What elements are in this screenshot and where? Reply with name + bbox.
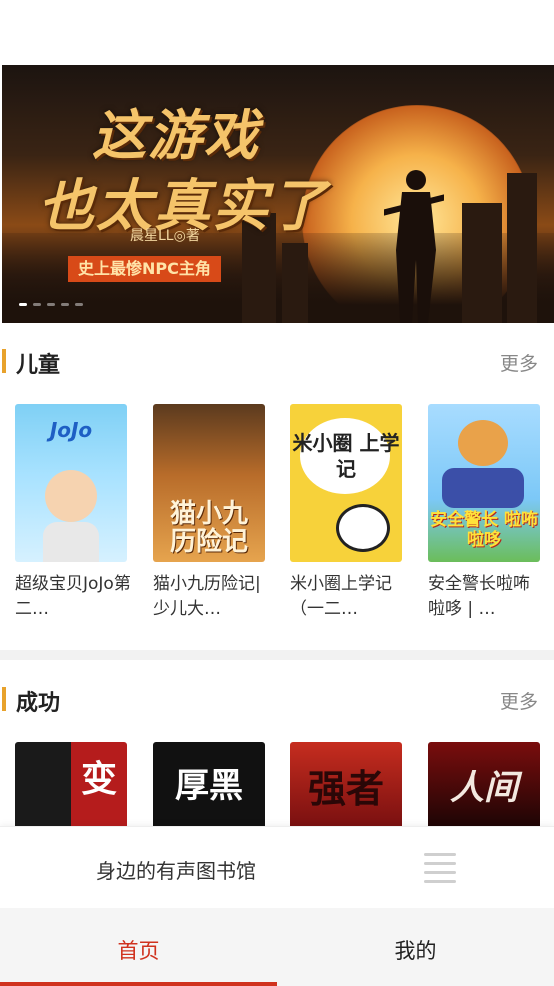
- book-card[interactable]: 强者: [290, 742, 402, 826]
- book-card[interactable]: 人间: [428, 742, 540, 826]
- book-card[interactable]: 猫小九 历险记 猫小九历险记|少儿大…: [153, 404, 265, 622]
- section-accent-bar: [2, 349, 6, 373]
- book-cover[interactable]: 变: [15, 742, 127, 826]
- section-title: 儿童: [16, 353, 61, 378]
- section-title: 成功: [16, 691, 61, 716]
- cover-art: [458, 420, 508, 466]
- tab-active-underline: [0, 982, 277, 986]
- book-cover[interactable]: JoJo: [15, 404, 127, 562]
- more-link[interactable]: 更多: [500, 687, 538, 714]
- cover-text: 厚黑: [175, 766, 243, 806]
- book-cover[interactable]: 厚黑: [153, 742, 265, 826]
- mini-player-bar[interactable]: 身边的有声图书馆: [0, 826, 554, 908]
- banner-title-line1: 这游戏: [92, 103, 260, 167]
- cover-art: [442, 468, 524, 508]
- book-cover[interactable]: 安全警长 啦咘啦哆: [428, 404, 540, 562]
- cover-text: 安全警长 啦咘啦哆: [430, 510, 538, 550]
- section-accent-bar: [2, 687, 6, 711]
- book-card[interactable]: 变: [15, 742, 127, 826]
- book-cover[interactable]: 米小圈 上学记: [290, 404, 402, 562]
- book-card[interactable]: 米小圈 上学记 米小圈上学记（一二…: [290, 404, 402, 622]
- book-title: 超级宝贝JoJo第二…: [15, 574, 131, 619]
- section-header: 成功 更多: [0, 680, 554, 720]
- book-card[interactable]: 安全警长 啦咘啦哆 安全警长啦咘啦哆 | …: [428, 404, 540, 622]
- book-title: 米小圈上学记（一二…: [290, 574, 392, 619]
- banner-building: [507, 173, 537, 323]
- tab-mine[interactable]: 我的: [277, 908, 554, 986]
- cover-text: 猫小九 历险记: [169, 499, 248, 557]
- banner-carousel[interactable]: 这游戏 也太真实了 晨星LL◎著 史上最惨NPC主角: [2, 65, 554, 323]
- section-divider: [0, 650, 554, 660]
- carousel-indicator: [19, 303, 83, 306]
- carousel-dot[interactable]: [75, 303, 83, 306]
- book-card[interactable]: 厚黑: [153, 742, 265, 826]
- tab-label: 我的: [394, 939, 437, 963]
- section-header: 儿童 更多: [0, 342, 554, 382]
- cover-text: 变: [80, 759, 117, 800]
- cover-text: JoJo: [49, 418, 93, 442]
- banner-building: [462, 203, 502, 323]
- book-card[interactable]: JoJo 超级宝贝JoJo第二…: [15, 404, 131, 622]
- book-title: 安全警长啦咘啦哆 | …: [428, 574, 530, 619]
- banner-author: 晨星LL◎著: [130, 228, 200, 244]
- bottom-tab-bar: 首页 我的: [0, 908, 554, 986]
- book-cover[interactable]: 强者: [290, 742, 402, 826]
- tab-home[interactable]: 首页: [0, 908, 277, 986]
- more-link[interactable]: 更多: [500, 349, 538, 376]
- list-icon[interactable]: [424, 853, 456, 883]
- book-title: 猫小九历险记|少儿大…: [153, 574, 261, 619]
- carousel-dot[interactable]: [47, 303, 55, 306]
- book-cover[interactable]: 人间: [428, 742, 540, 826]
- status-area: [0, 0, 554, 65]
- banner-tagline: 史上最惨NPC主角: [68, 256, 221, 282]
- book-cover[interactable]: 猫小九 历险记: [153, 404, 265, 562]
- section-success: 成功 更多 变 厚黑 强者 人间: [0, 680, 554, 826]
- section-children: 儿童 更多 JoJo 超级宝贝JoJo第二… 猫小九 历险记 猫小九历险记|少儿…: [0, 342, 554, 619]
- cover-art: [336, 504, 390, 552]
- cover-text: 强者: [307, 767, 384, 811]
- tab-label: 首页: [117, 939, 160, 963]
- carousel-dot[interactable]: [33, 303, 41, 306]
- cover-art: [45, 470, 97, 522]
- banner-building: [282, 243, 308, 323]
- banner-figure-art: [384, 170, 444, 323]
- cover-text: 人间: [450, 768, 518, 808]
- carousel-dot[interactable]: [19, 303, 27, 306]
- cover-art: [43, 522, 99, 562]
- carousel-dot[interactable]: [61, 303, 69, 306]
- player-title: 身边的有声图书馆: [96, 859, 256, 883]
- cover-text: 米小圈 上学记: [292, 431, 400, 481]
